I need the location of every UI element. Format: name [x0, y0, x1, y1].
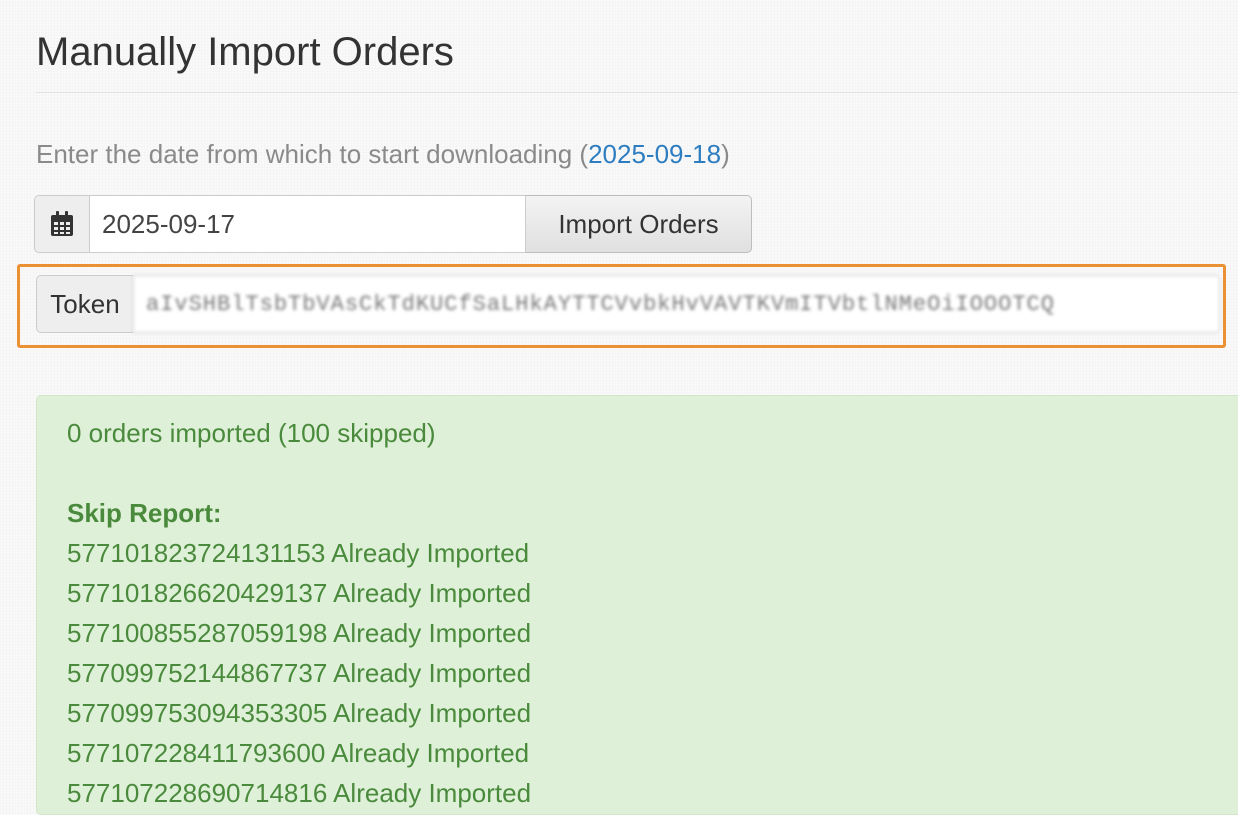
import-orders-button[interactable]: Import Orders [526, 195, 752, 253]
skip-report-item: 577107228411793600 Already Imported [67, 733, 531, 773]
instruction-suffix: ) [721, 139, 730, 169]
token-input-group: Token [36, 275, 1220, 333]
calendar-icon [51, 211, 73, 236]
skip-report-item: 577101826620429137 Already Imported [67, 573, 531, 613]
order-id: 577099752144867737 [67, 658, 328, 688]
token-label: Token [36, 275, 133, 333]
suggested-date-link[interactable]: 2025-09-18 [588, 139, 721, 169]
import-result-alert: 0 orders imported (100 skipped) Skip Rep… [36, 395, 1238, 815]
order-id: 577099753094353305 [67, 698, 328, 728]
skip-report-item: 577099752144867737 Already Imported [67, 653, 531, 693]
order-id: 577101823724131153 [67, 538, 326, 568]
calendar-addon[interactable] [34, 195, 89, 253]
date-input-group: Import Orders [34, 195, 752, 253]
skip-status: Already Imported [333, 618, 532, 648]
skip-report-item: 577101823724131153 Already Imported [67, 533, 531, 573]
page-title: Manually Import Orders [36, 30, 454, 74]
skip-report-item: 577100855287059198 Already Imported [67, 613, 531, 653]
instruction-text: Enter the date from which to start downl… [36, 138, 730, 170]
title-divider [36, 92, 1238, 93]
order-id: 577107228411793600 [67, 738, 326, 768]
skip-report-heading: Skip Report: [67, 498, 222, 528]
skip-report-list: 577101823724131153 Already Imported 5771… [67, 533, 531, 813]
order-id: 577100855287059198 [67, 618, 328, 648]
skip-status: Already Imported [331, 738, 530, 768]
skip-report-item: 577107228690714816 Already Imported [67, 773, 531, 813]
skip-status: Already Imported [333, 698, 532, 728]
start-date-input[interactable] [89, 195, 526, 253]
skip-status: Already Imported [333, 578, 532, 608]
instruction-prefix: Enter the date from which to start downl… [36, 139, 589, 169]
import-summary: 0 orders imported (100 skipped) [67, 418, 436, 448]
skip-status: Already Imported [333, 658, 532, 688]
order-id: 577107228690714816 [67, 778, 328, 808]
skip-report-item: 577099753094353305 Already Imported [67, 693, 531, 733]
skip-status: Already Imported [331, 538, 530, 568]
order-id: 577101826620429137 [67, 578, 328, 608]
skip-status: Already Imported [333, 778, 532, 808]
token-input[interactable] [133, 275, 1220, 333]
